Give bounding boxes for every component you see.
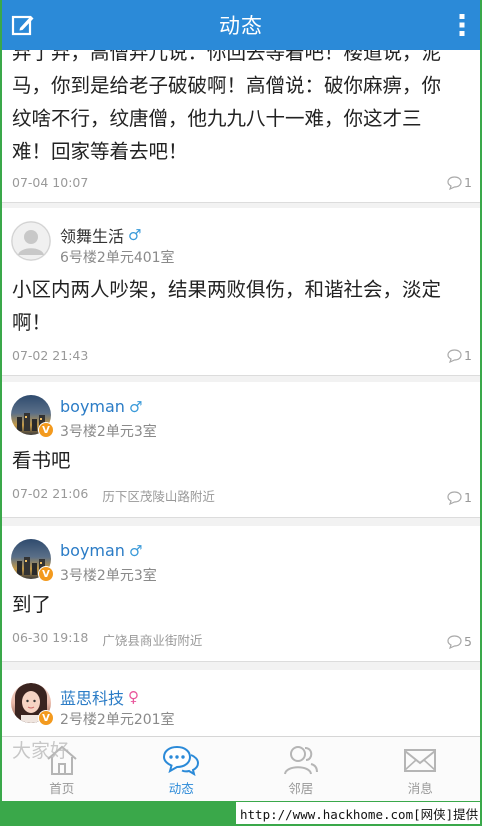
author-address: 6号楼2单元401室 (60, 250, 175, 266)
author-name-text: 蓝思科技 (60, 689, 125, 708)
feed-post[interactable]: V boyman ♂ 3号楼2单元3室 看书吧 07-02 21:06 历下区茂… (2, 382, 480, 518)
post-text-line: 难！回家等着去吧！ (12, 140, 188, 163)
avatar[interactable] (11, 221, 51, 261)
verified-badge: V (38, 710, 54, 726)
chat-bubbles-icon (163, 745, 200, 776)
author-name-text: boyman (60, 541, 125, 560)
avatar[interactable]: V (11, 683, 54, 726)
author-name[interactable]: boyman ♂ (60, 541, 142, 560)
comment-count: 1 (464, 348, 472, 363)
comment-count-button[interactable]: 5 (447, 634, 472, 649)
page-title: 动态 (219, 14, 263, 38)
author-address: 3号楼2单元3室 (60, 424, 157, 440)
author-name-text: boyman (60, 397, 125, 416)
compose-icon (11, 15, 34, 36)
feed-post[interactable]: V boyman ♂ 3号楼2单元3室 到了 06-30 19:18 广饶县商业… (2, 526, 480, 662)
male-icon: ♂ (128, 397, 143, 416)
comment-icon (447, 348, 462, 363)
post-text-line: 弃了弃，高僧弃儿说：你回去等着吧！楼道说，泥 (12, 50, 442, 64)
comment-count-button[interactable]: 1 (447, 348, 472, 363)
post-time: 07-04 10:07 (12, 175, 89, 190)
post-time: 06-30 19:18 (12, 630, 89, 645)
mail-icon (404, 749, 437, 772)
post-time: 07-02 21:43 (12, 348, 89, 363)
post-meta: 07-04 10:07 (12, 175, 88, 190)
avatar[interactable]: V (11, 539, 54, 582)
author-name[interactable]: 蓝思科技 ♀ (60, 685, 139, 709)
post-meta: 07-02 21:06 历下区茂陵山路附近 (12, 486, 215, 505)
tab-label: 邻居 (288, 781, 314, 796)
bottom-tab-bar: 首页 动态 邻居 消息 (2, 736, 480, 801)
post-location: 广饶县商业街附近 (102, 633, 203, 648)
post-time: 07-02 21:06 (12, 486, 89, 501)
post-meta: 06-30 19:18 广饶县商业街附近 (12, 630, 202, 649)
more-menu-button[interactable] (452, 12, 472, 38)
tab-label: 首页 (49, 781, 75, 796)
post-text-line: 到了 (12, 593, 52, 616)
comment-icon (447, 490, 462, 505)
post-text-line: 看书吧 (12, 449, 71, 472)
verified-badge: V (38, 566, 54, 582)
author-name-text: 领舞生活 (60, 227, 125, 246)
post-text-line: 大家好 (12, 740, 70, 762)
post-text-line: 马，你到是给老子破破啊！高僧说：破你麻痹，你 (12, 74, 442, 97)
post-meta: 07-02 21:43 (12, 348, 88, 363)
author-name[interactable]: 领舞生活 ♂ (60, 223, 141, 247)
post-author[interactable]: V boyman ♂ 3号楼2单元3室 (2, 526, 480, 588)
app-frame: 动态 弃了弃，高僧弃儿说：你回去等着吧！楼道说，泥 马，你到是给老子破破啊！高僧… (2, 0, 480, 801)
author-name[interactable]: boyman ♂ (60, 397, 142, 416)
post-author[interactable]: V boyman ♂ 3号楼2单元3室 (2, 382, 480, 444)
comment-icon (447, 634, 462, 649)
male-icon: ♂ (128, 541, 143, 560)
watermark-text: http://www.hackhome.com[网侠]提供 (236, 802, 480, 824)
post-text-line: 啊！ (12, 311, 52, 334)
avatar[interactable]: V (11, 395, 54, 438)
post-text-line: 小区内两人吵架，结果两败俱伤，和谐社会，淡定 (12, 278, 442, 301)
tab-label: 消息 (407, 781, 433, 796)
verified-badge: V (38, 422, 54, 438)
comment-count-button[interactable]: 1 (447, 175, 472, 190)
comment-icon (447, 175, 462, 190)
tab-activity[interactable]: 动态 (122, 737, 242, 801)
more-vertical-icon (459, 14, 465, 36)
activity-feed[interactable]: 弃了弃，高僧弃儿说：你回去等着吧！楼道说，泥 马，你到是给老子破破啊！高僧说：破… (2, 50, 480, 736)
post-text-line: 纹啥不行，纹唐僧，他九九八十一难，你这才三 (12, 107, 422, 130)
neighbors-icon (283, 746, 318, 775)
post-author[interactable]: 领舞生活 ♂ 6号楼2单元401室 (2, 208, 480, 270)
comment-count: 1 (464, 175, 472, 190)
comment-count-button[interactable]: 1 (447, 490, 472, 505)
tab-neighbors[interactable]: 邻居 (241, 737, 361, 801)
tab-label: 动态 (168, 781, 194, 796)
comment-count: 5 (464, 634, 472, 649)
post-location: 历下区茂陵山路附近 (102, 489, 215, 504)
author-address: 2号楼2单元201室 (60, 712, 175, 728)
male-icon: ♂ (128, 226, 142, 244)
comment-count: 1 (464, 490, 472, 505)
compose-button[interactable] (10, 12, 36, 38)
feed-post[interactable]: 弃了弃，高僧弃儿说：你回去等着吧！楼道说，泥 马，你到是给老子破破啊！高僧说：破… (2, 50, 480, 203)
female-icon: ♀ (128, 688, 140, 706)
post-author[interactable]: V 蓝思科技 ♀ 2号楼2单元201室 (2, 670, 480, 732)
default-avatar-icon (11, 221, 51, 261)
feed-post[interactable]: 领舞生活 ♂ 6号楼2单元401室 小区内两人吵架，结果两败俱伤，和谐社会，淡定… (2, 208, 480, 376)
tab-messages[interactable]: 消息 (361, 737, 481, 801)
author-address: 3号楼2单元3室 (60, 568, 157, 584)
top-app-bar: 动态 (2, 0, 480, 50)
feed-post[interactable]: V 蓝思科技 ♀ 2号楼2单元201室 (2, 670, 480, 736)
